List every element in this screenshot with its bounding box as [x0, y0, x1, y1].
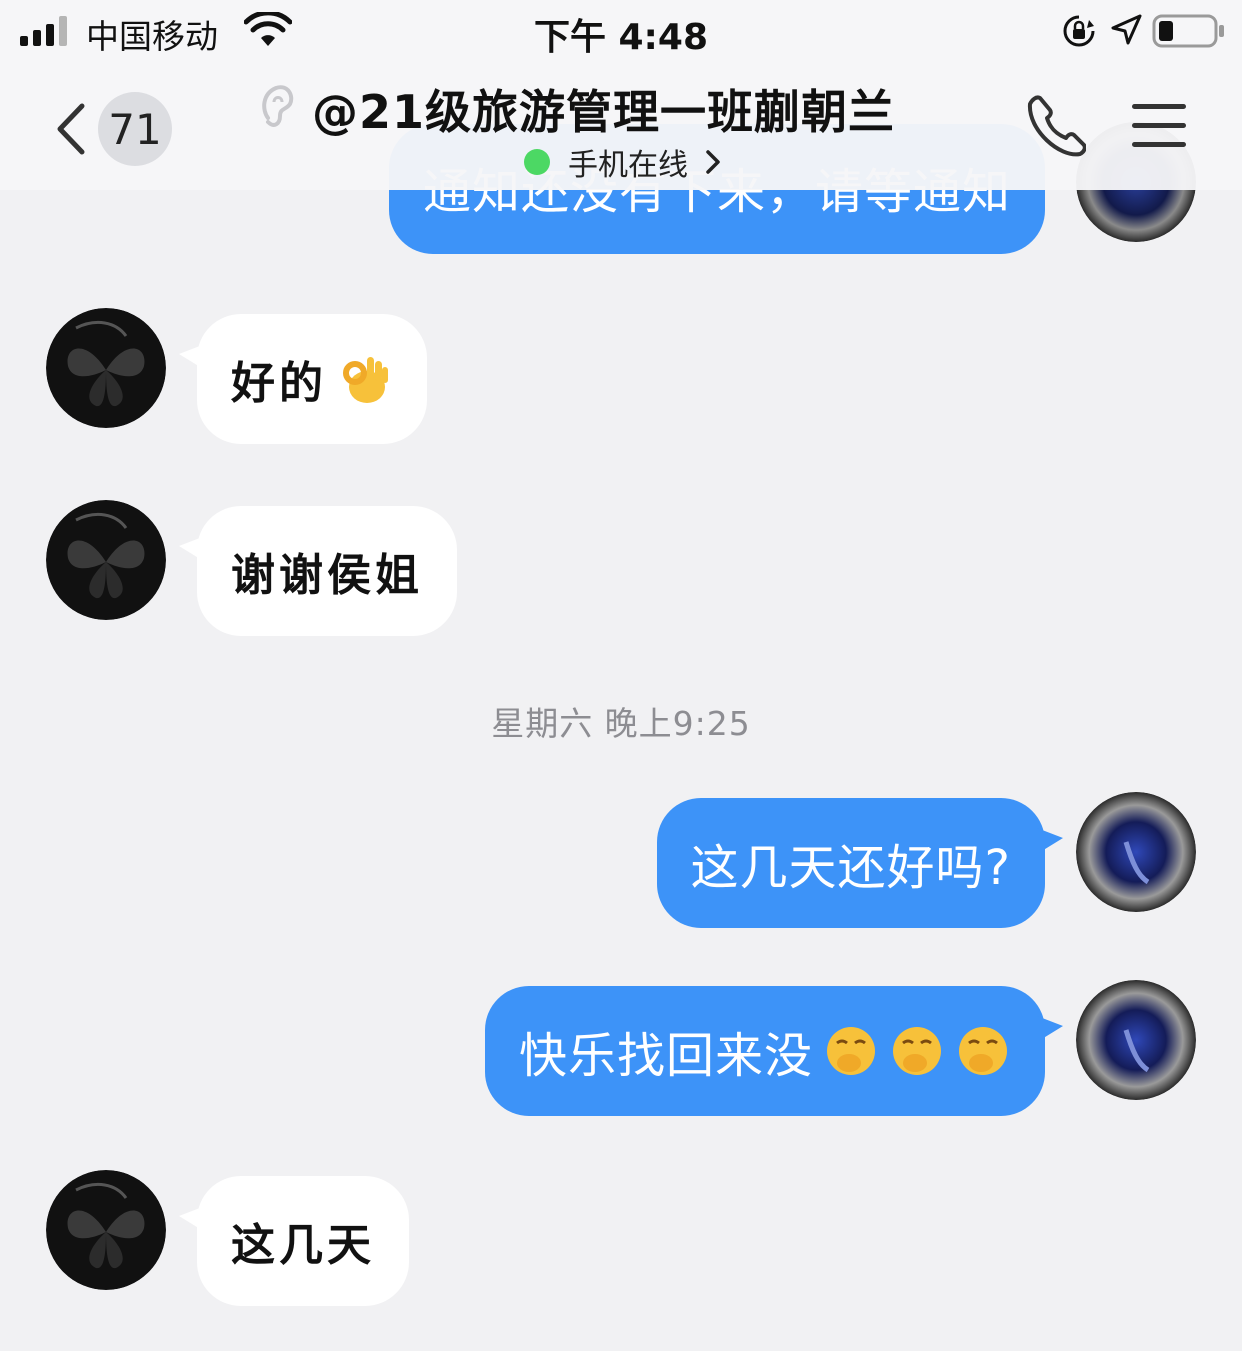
message-row-incoming: 好的	[0, 308, 1242, 448]
phone-call-button[interactable]	[1026, 94, 1086, 158]
chevron-right-icon	[706, 150, 720, 174]
status-bar: 中国移动 下午 4:48	[0, 0, 1242, 64]
yawning-face-emoji	[889, 1023, 945, 1079]
chat-screen: 通知还没有下来，请等通知 好的 谢谢侯姐 星期六 晚上9:25 这几天还好吗? …	[0, 0, 1242, 1351]
online-status[interactable]: 手机在线	[524, 140, 722, 184]
peer-avatar[interactable]	[46, 1170, 166, 1290]
unread-count-badge: 71	[98, 92, 172, 166]
chat-title[interactable]: @21级旅游管理一班蒯朝兰	[312, 76, 895, 142]
status-time: 下午 4:48	[533, 17, 709, 58]
message-text: 这几天	[231, 1220, 375, 1271]
message-row-incoming: 这几天	[0, 1170, 1242, 1310]
message-text: 快乐找回来没	[518, 1028, 813, 1084]
battery-icon	[1152, 14, 1224, 48]
incoming-bubble[interactable]: 好的	[179, 314, 427, 444]
online-status-label: 手机在线	[568, 148, 688, 183]
yawning-face-emoji	[823, 1023, 879, 1079]
message-row-outgoing: 这几天还好吗?	[0, 792, 1242, 932]
outgoing-bubble[interactable]: 快乐找回来没	[484, 986, 1063, 1116]
my-avatar[interactable]	[1076, 792, 1196, 912]
message-list[interactable]: 通知还没有下来，请等通知 好的 谢谢侯姐 星期六 晚上9:25 这几天还好吗? …	[0, 0, 1242, 1351]
my-avatar[interactable]	[1076, 980, 1196, 1100]
chat-header: 中国移动 下午 4:48 71 @21级旅游管理一班蒯朝兰 手机在线	[0, 0, 1242, 190]
menu-icon[interactable]	[1130, 100, 1188, 152]
nav-bar: 71 @21级旅游管理一班蒯朝兰 手机在线	[0, 64, 1242, 190]
location-arrow-icon	[1111, 14, 1142, 45]
incoming-bubble[interactable]: 谢谢侯姐	[179, 506, 457, 636]
peer-avatar[interactable]	[46, 308, 166, 428]
message-text: 这几天还好吗?	[690, 840, 1011, 896]
message-row-outgoing: 快乐找回来没	[0, 980, 1242, 1120]
orientation-lock-icon	[1063, 15, 1095, 47]
chevron-left-icon	[57, 103, 85, 155]
peer-avatar[interactable]	[46, 500, 166, 620]
date-separator: 星期六 晚上9:25	[491, 704, 751, 743]
online-indicator	[524, 149, 550, 175]
message-row-incoming: 谢谢侯姐	[0, 500, 1242, 640]
ear-icon	[262, 85, 294, 127]
back-button[interactable]: 71	[52, 92, 182, 166]
yawning-face-emoji	[955, 1023, 1011, 1079]
ok-hand-emoji	[337, 351, 393, 407]
incoming-bubble[interactable]: 这几天	[179, 1176, 409, 1306]
message-text: 好的	[231, 358, 327, 409]
outgoing-bubble[interactable]: 这几天还好吗?	[656, 798, 1063, 928]
message-text: 谢谢侯姐	[231, 550, 423, 601]
